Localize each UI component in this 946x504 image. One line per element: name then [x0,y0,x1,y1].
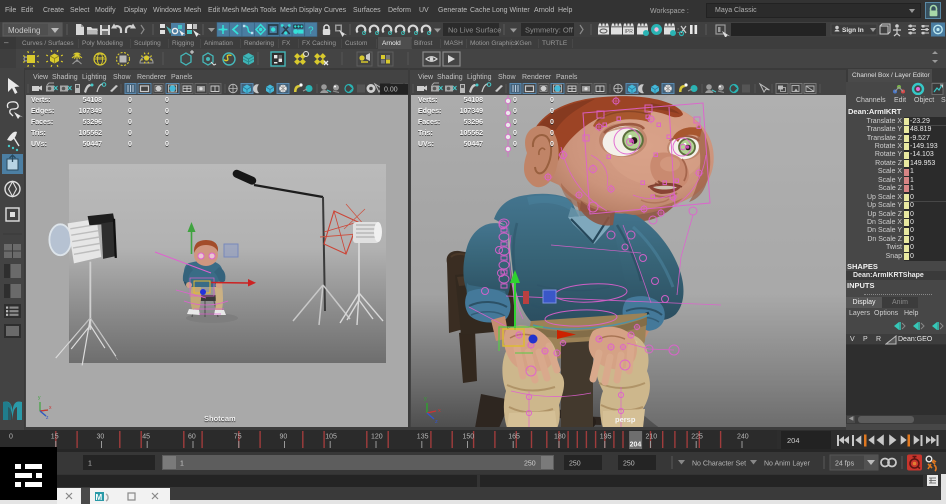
svg-text:Modeling: Modeling [8,26,40,35]
svg-text:75: 75 [234,434,242,441]
svg-text:60: 60 [188,434,196,441]
svg-text:0: 0 [9,434,13,441]
svg-text:No Anim Layer: No Anim Layer [764,461,811,468]
svg-text:240: 240 [737,434,749,441]
svg-text:Lighting: Lighting [467,74,492,81]
svg-text:Symmetry: Off: Symmetry: Off [525,26,574,35]
svg-text:250: 250 [524,461,536,468]
svg-text:Panels: Panels [556,74,578,81]
svg-text:105: 105 [325,434,337,441]
svg-text:90: 90 [280,434,288,441]
svg-text:?: ? [308,26,314,37]
svg-text:24 fps: 24 fps [835,461,855,468]
svg-text:30: 30 [97,434,105,441]
svg-text:y: y [424,396,427,402]
svg-text:Shading: Shading [52,74,78,81]
svg-text:0.00: 0.00 [384,87,398,94]
svg-text:250: 250 [569,461,581,468]
svg-text:1: 1 [180,461,184,468]
svg-text:165: 165 [508,434,520,441]
svg-text:Show: Show [113,74,131,81]
svg-text:204: 204 [787,436,800,445]
svg-text:Shotcam: Shotcam [204,414,236,423]
svg-text:Show: Show [498,74,516,81]
svg-text:z: z [435,419,438,425]
svg-text:1: 1 [88,461,92,468]
svg-text:Shading: Shading [437,74,463,81]
svg-text:IPR: IPR [625,29,634,35]
svg-text:Panels: Panels [171,74,193,81]
svg-text:135: 135 [417,434,429,441]
svg-text:210: 210 [646,434,658,441]
svg-text:204: 204 [630,442,642,449]
svg-text:Renderer: Renderer [522,74,552,81]
svg-text:No Character Set: No Character Set [692,461,746,468]
svg-text:Lighting: Lighting [82,74,107,81]
svg-text:x: x [438,408,441,414]
svg-text:225: 225 [691,434,703,441]
svg-text:persp: persp [615,415,636,424]
svg-text:M: M [96,493,103,502]
svg-text:180: 180 [554,434,566,441]
svg-text::: : [677,26,679,35]
svg-text:250: 250 [623,461,635,468]
svg-text:Renderer: Renderer [137,74,167,81]
svg-text:Sign In: Sign In [842,27,864,34]
svg-text:View: View [33,74,49,81]
svg-text:150: 150 [463,434,475,441]
svg-text:No Live Surface: No Live Surface [448,26,501,35]
svg-text:15: 15 [51,434,59,441]
svg-text:120: 120 [371,434,383,441]
svg-text:View: View [418,74,434,81]
svg-text:195: 195 [600,434,612,441]
svg-text:45: 45 [142,434,150,441]
